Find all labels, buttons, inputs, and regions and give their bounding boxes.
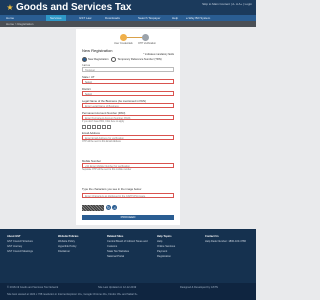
district-select[interactable]: Select bbox=[82, 91, 174, 96]
site-header: ★ Goods and Services Tax Skip to Main Co… bbox=[0, 0, 256, 15]
registration-type: New Registration Temporary Reference Num… bbox=[82, 57, 162, 62]
captcha-image bbox=[82, 205, 104, 211]
mobile-input[interactable]: +91 Enter Mobile Number for verification bbox=[82, 163, 174, 168]
nav-help[interactable]: Help bbox=[172, 16, 178, 20]
mobile-prefix: +91 bbox=[85, 165, 90, 168]
footer-link[interactable]: Disclaimer bbox=[58, 249, 98, 254]
step-1-dot bbox=[120, 34, 127, 41]
copyright: © 2018-19 Goods and Services Tax Network bbox=[7, 286, 59, 289]
checkbox[interactable] bbox=[107, 125, 111, 129]
nav-eway-bill[interactable]: e-Way Bill System bbox=[186, 16, 210, 20]
footer-about: About GST GST Council Structure GST Jour… bbox=[7, 234, 47, 254]
form-title: New Registration bbox=[82, 48, 113, 53]
email-hint: OTP will be sent to this Email Address bbox=[82, 141, 121, 143]
email-input[interactable]: Enter Email Address for verification bbox=[82, 135, 174, 140]
pan-hint[interactable]: If you don't have PAN, Click here to app… bbox=[82, 121, 124, 123]
state-select[interactable]: Select bbox=[82, 79, 174, 84]
checkbox[interactable] bbox=[87, 125, 91, 129]
helpdesk-number: Help Desk Number: 1800-103-4786 bbox=[205, 240, 246, 243]
mobile-hint: Separate OTP will be sent to this mobile… bbox=[82, 169, 132, 171]
captcha-input[interactable]: Enter Characters as displayed in the CAP… bbox=[82, 193, 174, 198]
checkbox[interactable] bbox=[82, 125, 86, 129]
radio-new-registration[interactable] bbox=[82, 57, 87, 62]
mandatory-note: * indicates mandatory fields bbox=[143, 53, 174, 56]
refresh-captcha-icon[interactable]: ↻ bbox=[106, 205, 111, 210]
nav-search-taxpayer[interactable]: Search Taxpayer bbox=[138, 16, 160, 20]
step-2-dot bbox=[142, 34, 149, 41]
audio-captcha-icon[interactable]: ♫ bbox=[112, 205, 117, 210]
mobile-placeholder: Enter Mobile Number for verification bbox=[89, 165, 130, 168]
nav-gst-law[interactable]: GST Law bbox=[79, 16, 91, 20]
nav-downloads[interactable]: Downloads bbox=[105, 16, 120, 20]
footer-policies: Website Policies Website Policy Hyperlin… bbox=[58, 234, 98, 254]
breadcrumb-text[interactable]: Home > Registration bbox=[6, 22, 33, 26]
step-1-label: User Credentials bbox=[114, 42, 133, 45]
emblem-icon: ★ bbox=[6, 3, 14, 12]
breadcrumb: Home > Registration bbox=[0, 21, 256, 27]
pan-checkboxes bbox=[82, 125, 112, 130]
browser-note: Site best viewed at 1024 x 768 resolutio… bbox=[7, 293, 138, 296]
footer-related: Related Sites Central Board of Indirect … bbox=[107, 234, 151, 259]
i-am-select[interactable]: Taxpayer bbox=[82, 67, 174, 72]
nav-home[interactable]: Home bbox=[6, 16, 14, 20]
site-title[interactable]: Goods and Services Tax bbox=[16, 1, 131, 14]
designed-by: Designed & Developed by GSTN bbox=[180, 286, 218, 289]
footer-contact: Contact Us Help Desk Number: 1800-103-47… bbox=[205, 234, 251, 244]
checkbox[interactable] bbox=[102, 125, 106, 129]
header-links[interactable]: Skip to Main Content | A- A A+ | Login bbox=[202, 2, 252, 6]
step-2-label: OTP Verification bbox=[138, 42, 157, 45]
progress-steps: User Credentials OTP Verification bbox=[76, 33, 180, 47]
captcha-label: Type the characters you see in the image… bbox=[82, 187, 142, 191]
checkbox[interactable] bbox=[92, 125, 96, 129]
radio-new-label: New Registration bbox=[88, 58, 109, 62]
radio-trn[interactable] bbox=[111, 57, 117, 62]
footer-link[interactable]: GST Council Meetings bbox=[7, 249, 47, 254]
legal-name-input[interactable]: Enter Legal Name of Business bbox=[82, 103, 174, 108]
pan-input[interactable]: Enter Permanent Account Number (PAN) bbox=[82, 115, 174, 120]
footer-link[interactable]: Registration bbox=[157, 254, 197, 259]
footer-bottom: © 2018-19 Goods and Services Tax Network… bbox=[0, 283, 256, 300]
site-footer: About GST GST Council Structure GST Jour… bbox=[0, 229, 256, 283]
footer-help: Help Topics Help Online Services Payment… bbox=[157, 234, 197, 259]
last-updated: Site Last Updated on 12-12-2019 bbox=[98, 286, 137, 289]
registration-form: User Credentials OTP Verification New Re… bbox=[76, 29, 180, 225]
footer-link[interactable]: Central Board of Indirect Taxes and Cust… bbox=[107, 239, 151, 249]
footer-link[interactable]: National Portal bbox=[107, 254, 151, 259]
checkbox[interactable] bbox=[97, 125, 101, 129]
proceed-button[interactable]: PROCEED bbox=[82, 215, 174, 220]
radio-trn-label: Temporary Reference Number (TRN) bbox=[117, 58, 162, 62]
